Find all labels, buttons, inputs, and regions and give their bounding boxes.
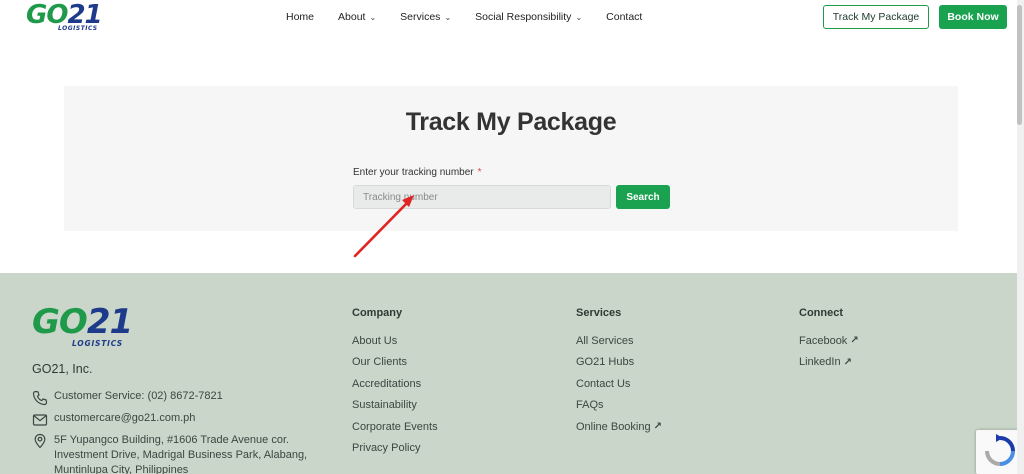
nav-item-services[interactable]: Services ⌄ — [400, 11, 451, 23]
footer-services-column: Services All Services GO21 Hubs Contact … — [576, 307, 662, 438]
footer-link-all-services[interactable]: All Services — [576, 330, 662, 352]
footer-link-faqs[interactable]: FAQs — [576, 395, 662, 417]
nav-label: Contact — [606, 11, 643, 23]
footer-link-sustainability[interactable]: Sustainability — [352, 395, 438, 417]
linkedin-label: LinkedIn — [799, 356, 841, 369]
footer-link-facebook[interactable]: Facebook ↗ — [799, 330, 859, 352]
online-booking-label: Online Booking — [576, 420, 651, 433]
nav-item-about[interactable]: About ⌄ — [338, 11, 376, 23]
tracking-label-text: Enter your tracking number — [353, 167, 474, 178]
logo-subtitle: LOGISTICS — [58, 25, 98, 32]
footer-link-contact-us[interactable]: Contact Us — [576, 373, 662, 395]
book-now-button[interactable]: Book Now — [939, 5, 1007, 29]
track-my-package-button[interactable]: Track My Package — [823, 5, 929, 29]
company-address: 5F Yupangco Building, #1606 Trade Avenue… — [32, 433, 329, 474]
nav-label: About — [338, 11, 366, 23]
nav-item-home[interactable]: Home — [286, 11, 314, 23]
site-footer: GO21 LOGISTICS GO21, Inc. Customer Servi… — [0, 273, 1024, 474]
footer-services-title: Services — [576, 307, 622, 319]
nav-item-social-responsibility[interactable]: Social Responsibility ⌄ — [475, 11, 582, 23]
external-link-icon: ↗ — [653, 421, 662, 433]
footer-connect-title: Connect — [799, 307, 843, 319]
site-header: GO21 LOGISTICS Home About ⌄ Services ⌄ S… — [0, 0, 1024, 40]
map-pin-icon — [34, 433, 46, 449]
annotation-arrow-icon — [353, 195, 414, 258]
go21-logo[interactable]: GO21 LOGISTICS — [26, 0, 106, 34]
chevron-down-icon: ⌄ — [369, 12, 377, 22]
phone-text: Customer Service: (02) 8672-7821 — [54, 390, 223, 402]
footer-link-corporate-events[interactable]: Corporate Events — [352, 416, 438, 438]
nav-label: Services — [400, 11, 441, 23]
nav-item-contact[interactable]: Contact — [606, 11, 642, 23]
page-scrollbar[interactable] — [1017, 0, 1024, 474]
nav-label: Social Responsibility — [475, 11, 572, 23]
chevron-down-icon: ⌄ — [444, 12, 452, 22]
customer-service-phone[interactable]: Customer Service: (02) 8672-7821 — [32, 390, 223, 406]
chevron-down-icon: ⌄ — [575, 12, 583, 22]
external-link-icon: ↗ — [843, 356, 852, 368]
footer-link-about-us[interactable]: About Us — [352, 330, 438, 352]
facebook-label: Facebook — [799, 334, 848, 347]
footer-company-title: Company — [352, 307, 403, 319]
external-link-icon: ↗ — [850, 335, 859, 347]
track-package-panel: Track My Package Enter your tracking num… — [64, 86, 958, 231]
phone-icon — [32, 390, 48, 406]
footer-logo-subtitle: LOGISTICS — [72, 339, 123, 348]
main-nav: Home About ⌄ Services ⌄ Social Responsib… — [286, 11, 642, 23]
tracking-field-label: Enter your tracking number * — [353, 167, 482, 178]
scrollbar-thumb[interactable] — [1017, 5, 1022, 125]
customer-email[interactable]: customercare@go21.com.ph — [32, 412, 195, 428]
search-button[interactable]: Search — [616, 185, 670, 209]
address-text: 5F Yupangco Building, #1606 Trade Avenue… — [54, 434, 308, 474]
nav-label: Home — [286, 11, 315, 23]
email-text: customercare@go21.com.ph — [54, 412, 196, 424]
company-name: GO21, Inc. — [32, 362, 93, 376]
footer-go21-logo[interactable]: GO21 LOGISTICS — [32, 302, 133, 348]
page-title: Track My Package — [405, 108, 617, 136]
footer-link-online-booking[interactable]: Online Booking ↗ — [576, 416, 662, 438]
footer-company-column: Company About Us Our Clients Accreditati… — [352, 307, 438, 459]
required-mark: * — [477, 167, 482, 178]
footer-connect-column: Connect Facebook ↗ LinkedIn ↗ — [799, 307, 859, 373]
footer-logo-go-text: GO — [32, 302, 88, 342]
footer-link-accreditations[interactable]: Accreditations — [352, 373, 438, 395]
footer-logo-21-text: 21 — [86, 302, 133, 342]
mail-icon — [32, 414, 48, 426]
footer-link-our-clients[interactable]: Our Clients — [352, 352, 438, 374]
footer-link-go21-hubs[interactable]: GO21 Hubs — [576, 352, 662, 374]
footer-link-linkedin[interactable]: LinkedIn ↗ — [799, 352, 859, 374]
footer-link-privacy-policy[interactable]: Privacy Policy — [352, 438, 438, 460]
